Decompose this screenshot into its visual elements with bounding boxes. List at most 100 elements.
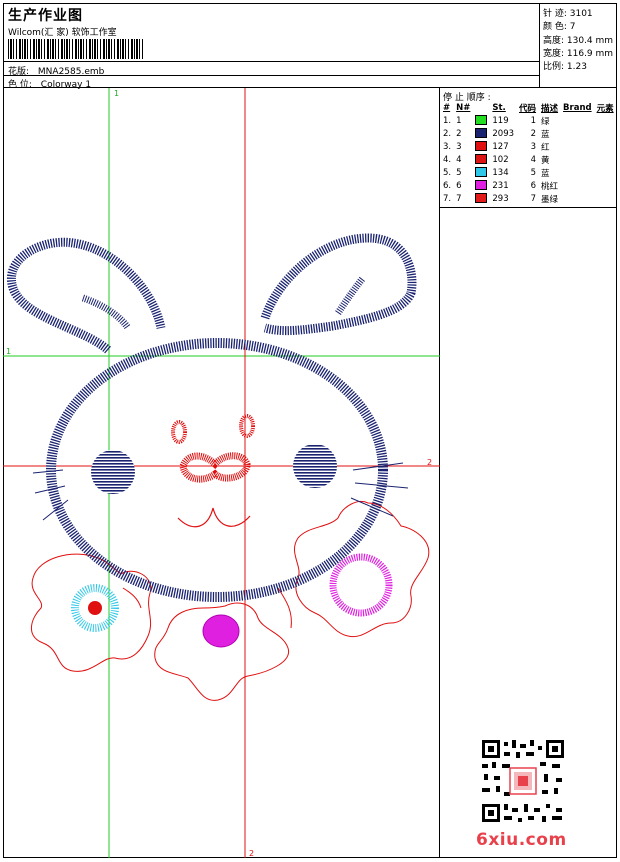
row-number: 2 [456,128,462,139]
row-code: 1 [530,115,537,126]
row-description: 红 [541,142,550,153]
row-stitches: 134 [492,167,509,178]
flower-center-magenta [202,614,240,648]
stats-panel: 针 迹: 3101 颜 色: 7 高度: 130.4 mm 宽度: 116.9 … [540,3,617,88]
col-element: 元素 [596,103,614,114]
design-canvas: 1 1 2 2 [3,88,440,858]
row-element [595,127,617,140]
row-element [595,192,617,205]
row-element [595,166,617,179]
color-swatch [475,180,488,191]
col-stitches: St. [492,102,506,113]
col-number: N# [456,102,471,113]
row-index: 2. [443,128,452,139]
guide-label-v2: 2 [249,849,254,858]
bunny-ears [6,233,417,354]
flower-ring-magenta [329,553,393,617]
row-brand [561,140,595,153]
site-watermark: 6xiu.com [476,830,567,850]
table-row: 5. 5 134 5 蓝 [441,166,617,179]
bunny-whiskers [32,462,409,521]
header-panel: 生产作业图 Wilcom(汇 家) 软饰工作室 花版: MNA2585.emb … [3,3,540,90]
embroidery-preview: 1 1 2 2 [3,88,440,858]
row-stitches: 293 [492,193,509,204]
row-stitches: 231 [492,180,509,191]
row-code: 7 [530,193,537,204]
row-element [595,153,617,166]
row-element [595,114,617,127]
row-brand [561,179,595,192]
color-swatch [475,141,488,152]
design-scale: 比例: 1.23 [543,62,587,72]
row-index: 3. [443,141,452,152]
col-brand: Brand [563,102,592,113]
row-code: 4 [530,154,537,165]
color-swatch [475,115,488,126]
table-header-row: # N# St. 代码 描述 Brand 元素 [441,101,617,114]
color-swatch [475,193,488,204]
stop-sequence-table: # N# St. 代码 描述 Brand 元素 1. 1 119 1 绿 2. 2 2093 2… [441,101,617,205]
header-divider [3,75,539,76]
col-code: 代码 [519,103,537,114]
guide-label-h2: 2 [427,458,432,467]
row-brand [561,166,595,179]
row-stitches: 127 [492,141,509,152]
stitch-count: 针 迹: 3101 [543,9,593,19]
row-index: 4. [443,154,452,165]
color-swatch [475,167,488,178]
row-number: 4 [456,154,462,165]
row-swatch [473,140,490,153]
row-number: 3 [456,141,462,152]
table-row: 1. 1 119 1 绿 [441,114,617,127]
row-index: 5. [443,167,452,178]
col-description: 描述 [541,103,559,114]
stop-sequence-panel: 停 止 顺序 : # N# St. 代码 描述 Brand 元素 1. 1 119 1… [440,88,617,208]
barcode-icon [8,39,143,59]
row-brand [561,114,595,127]
bunny-mouth [177,507,251,528]
row-swatch [473,192,490,205]
row-index: 7. [443,193,452,204]
color-count: 颜 色: 7 [543,22,576,32]
row-description: 黄 [541,155,550,166]
row-swatch [473,166,490,179]
row-number: 6 [456,180,462,191]
row-swatch [473,114,490,127]
guide-label-h1: 1 [6,347,11,356]
table-row: 2. 2 2093 2 蓝 [441,127,617,140]
row-code: 6 [530,180,537,191]
table-row: 6. 6 231 6 桃红 [441,179,617,192]
table-row: 4. 4 102 4 黄 [441,153,617,166]
col-index: # [443,102,451,113]
row-swatch [473,179,490,192]
guide-label-v1: 1 [114,89,119,98]
bunny-right-eye [293,444,337,488]
qr-code-icon [480,738,566,824]
bunny-left-eye [91,450,135,494]
design-height: 高度: 130.4 mm [543,36,614,46]
design-width: 宽度: 116.9 mm [543,49,614,59]
row-element [595,140,617,153]
row-brand [561,153,595,166]
row-description: 蓝 [541,129,550,140]
row-index: 6. [443,180,452,191]
color-swatch [475,128,488,139]
row-stitches: 2093 [492,128,515,139]
row-stitches: 119 [492,115,509,126]
table-row: 3. 3 127 3 红 [441,140,617,153]
row-swatch [473,127,490,140]
row-description: 墨绿 [541,194,559,205]
color-swatch [475,154,488,165]
company-name: Wilcom(汇 家) 软饰工作室 [8,28,117,38]
flower-center-red [88,601,102,615]
row-swatch [473,153,490,166]
row-element [595,179,617,192]
row-description: 蓝 [541,168,550,179]
row-stitches: 102 [492,154,509,165]
flower-outlines [31,501,430,701]
header-divider [3,61,539,62]
table-row: 7. 7 293 7 墨绿 [441,192,617,205]
row-description: 桃红 [541,181,559,192]
row-number: 1 [456,115,462,126]
row-number: 5 [456,167,462,178]
